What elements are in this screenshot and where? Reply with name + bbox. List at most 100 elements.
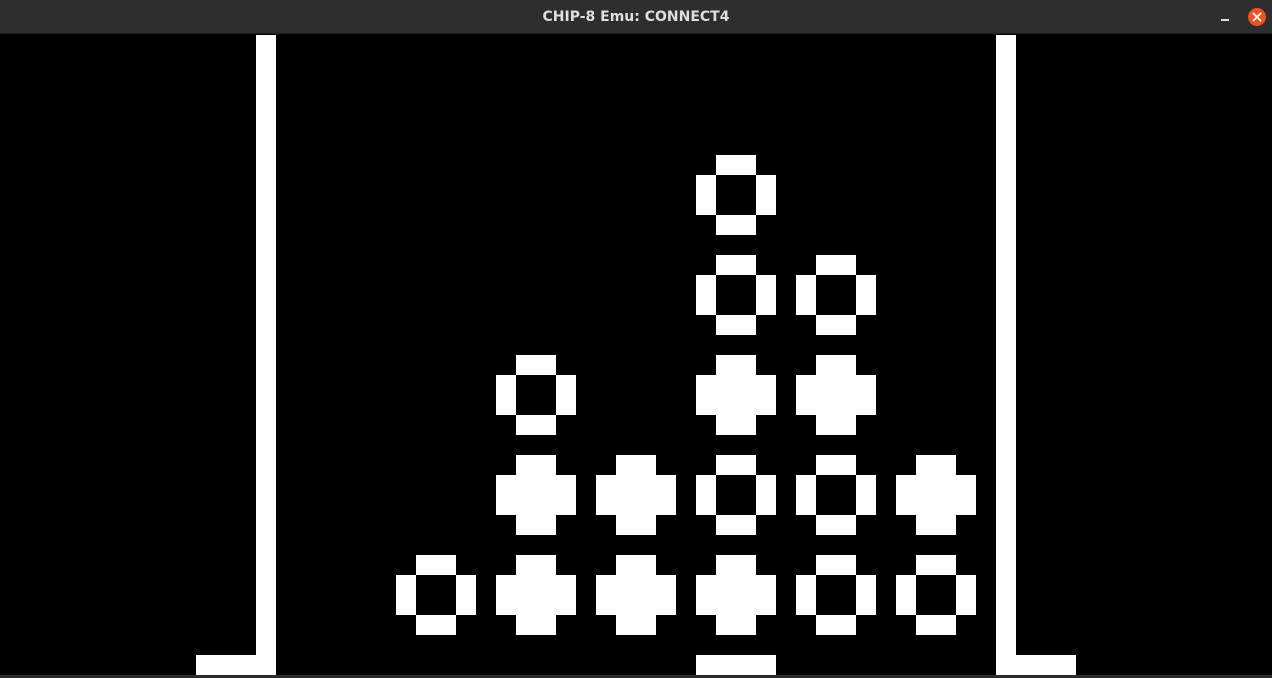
- filled-piece-pixel: [596, 475, 616, 495]
- hollow-piece-pixel: [436, 555, 456, 575]
- filled-piece-pixel: [936, 495, 956, 515]
- filled-piece-pixel: [616, 515, 636, 535]
- filled-piece-pixel: [856, 375, 876, 395]
- filled-piece-pixel: [496, 595, 516, 615]
- hollow-piece-pixel: [896, 595, 916, 615]
- filled-piece-pixel: [856, 395, 876, 415]
- filled-piece-pixel: [736, 595, 756, 615]
- filled-piece-pixel: [636, 575, 656, 595]
- filled-piece-pixel: [516, 575, 536, 595]
- filled-piece-pixel: [716, 555, 736, 575]
- filled-piece-pixel: [496, 575, 516, 595]
- filled-piece-pixel: [556, 475, 576, 495]
- filled-piece-pixel: [796, 395, 816, 415]
- hollow-piece-pixel: [556, 375, 576, 395]
- hollow-piece-pixel: [396, 575, 416, 595]
- hollow-piece-pixel: [536, 355, 556, 375]
- hollow-piece-pixel: [556, 395, 576, 415]
- hollow-piece-pixel: [916, 615, 936, 635]
- filled-piece-pixel: [616, 555, 636, 575]
- filled-piece-pixel: [496, 495, 516, 515]
- hollow-piece-pixel: [796, 575, 816, 595]
- hollow-piece-pixel: [836, 255, 856, 275]
- hollow-piece-pixel: [856, 495, 876, 515]
- filled-piece-pixel: [696, 575, 716, 595]
- hollow-piece-pixel: [716, 255, 736, 275]
- filled-piece-pixel: [716, 355, 736, 375]
- filled-piece-pixel: [836, 395, 856, 415]
- filled-piece-pixel: [836, 355, 856, 375]
- filled-piece-pixel: [816, 415, 836, 435]
- filled-piece-pixel: [616, 615, 636, 635]
- filled-piece-pixel: [536, 455, 556, 475]
- filled-piece-pixel: [616, 475, 636, 495]
- board-left-wall: [256, 35, 276, 675]
- hollow-piece-pixel: [736, 255, 756, 275]
- filled-piece-pixel: [816, 375, 836, 395]
- hollow-piece-pixel: [756, 295, 776, 315]
- hollow-piece-pixel: [716, 515, 736, 535]
- filled-piece-pixel: [936, 515, 956, 535]
- hollow-piece-pixel: [816, 555, 836, 575]
- hollow-piece-pixel: [416, 615, 436, 635]
- minimize-icon[interactable]: [1216, 8, 1234, 26]
- hollow-piece-pixel: [836, 615, 856, 635]
- filled-piece-pixel: [616, 595, 636, 615]
- close-icon[interactable]: [1248, 8, 1266, 26]
- hollow-piece-pixel: [836, 455, 856, 475]
- filled-piece-pixel: [536, 575, 556, 595]
- filled-piece-pixel: [796, 375, 816, 395]
- hollow-piece-pixel: [896, 575, 916, 595]
- hollow-piece-pixel: [716, 315, 736, 335]
- hollow-piece-pixel: [736, 515, 756, 535]
- board-right-wall: [996, 35, 1016, 675]
- filled-piece-pixel: [716, 415, 736, 435]
- hollow-piece-pixel: [816, 455, 836, 475]
- hollow-piece-pixel: [816, 315, 836, 335]
- emulator-display[interactable]: [0, 35, 1272, 675]
- hollow-piece-pixel: [956, 595, 976, 615]
- hollow-piece-pixel: [796, 275, 816, 295]
- hollow-piece-pixel: [956, 575, 976, 595]
- hollow-piece-pixel: [416, 555, 436, 575]
- hollow-piece-pixel: [836, 315, 856, 335]
- title-bar[interactable]: CHIP-8 Emu: CONNECT4: [0, 0, 1272, 34]
- filled-piece-pixel: [636, 515, 656, 535]
- hollow-piece-pixel: [936, 615, 956, 635]
- filled-piece-pixel: [736, 575, 756, 595]
- filled-piece-pixel: [656, 495, 676, 515]
- hollow-piece-pixel: [736, 155, 756, 175]
- filled-piece-pixel: [536, 615, 556, 635]
- hollow-piece-pixel: [536, 415, 556, 435]
- filled-piece-pixel: [636, 595, 656, 615]
- filled-piece-pixel: [516, 595, 536, 615]
- filled-piece-pixel: [916, 495, 936, 515]
- filled-piece-pixel: [716, 375, 736, 395]
- hollow-piece-pixel: [816, 615, 836, 635]
- filled-piece-pixel: [936, 455, 956, 475]
- filled-piece-pixel: [736, 375, 756, 395]
- filled-piece-pixel: [636, 555, 656, 575]
- filled-piece-pixel: [816, 355, 836, 375]
- filled-piece-pixel: [836, 415, 856, 435]
- hollow-piece-pixel: [696, 275, 716, 295]
- filled-piece-pixel: [516, 475, 536, 495]
- filled-piece-pixel: [736, 355, 756, 375]
- filled-piece-pixel: [956, 495, 976, 515]
- filled-piece-pixel: [536, 475, 556, 495]
- hollow-piece-pixel: [856, 295, 876, 315]
- hollow-piece-pixel: [756, 475, 776, 495]
- hollow-piece-pixel: [856, 275, 876, 295]
- filled-piece-pixel: [816, 395, 836, 415]
- filled-piece-pixel: [896, 495, 916, 515]
- filled-piece-pixel: [836, 375, 856, 395]
- filled-piece-pixel: [756, 375, 776, 395]
- filled-piece-pixel: [636, 615, 656, 635]
- filled-piece-pixel: [516, 495, 536, 515]
- window-controls: [1216, 0, 1266, 34]
- filled-piece-pixel: [516, 455, 536, 475]
- hollow-piece-pixel: [756, 275, 776, 295]
- hollow-piece-pixel: [816, 515, 836, 535]
- hollow-piece-pixel: [836, 515, 856, 535]
- filled-piece-pixel: [536, 595, 556, 615]
